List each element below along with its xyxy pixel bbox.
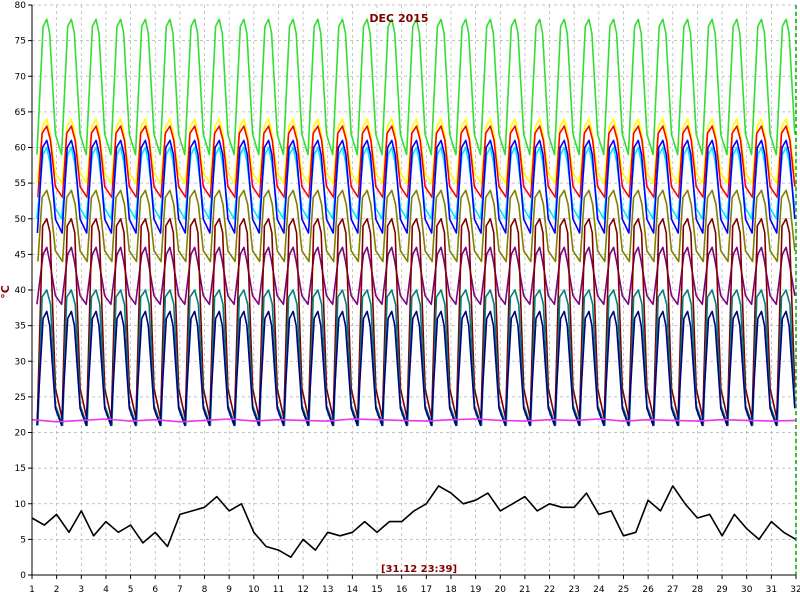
x-tick-label: 18 — [445, 585, 457, 595]
x-tick-label: 30 — [741, 585, 753, 595]
x-tick-label: 6 — [152, 585, 158, 595]
x-tick-label: 22 — [544, 585, 555, 595]
x-tick-label: 15 — [371, 585, 382, 595]
y-tick-label: 55 — [15, 179, 26, 189]
x-tick-label: 5 — [128, 585, 134, 595]
y-tick-label: 25 — [15, 393, 26, 403]
x-tick-label: 12 — [297, 585, 308, 595]
y-tick-label: 80 — [15, 1, 27, 11]
y-tick-label: 30 — [15, 357, 27, 367]
x-tick-label: 13 — [322, 585, 333, 595]
x-tick-label: 14 — [347, 585, 359, 595]
y-tick-label: 45 — [15, 250, 26, 260]
temperature-chart: 1 2 3 4 5 6 7 8 9 10 11 12 13 14 15 16 17 18 19 20 21 22 23 24 2… — [0, 1, 800, 595]
y-tick-label: 0 — [20, 571, 26, 581]
x-tick-label: 26 — [642, 585, 654, 595]
x-tick-label: 32 — [790, 585, 800, 595]
y-axis-label: °C — [0, 285, 12, 299]
x-tick-label: 31 — [766, 585, 777, 595]
x-tick-label: 27 — [667, 585, 678, 595]
y-tick-label: 65 — [15, 108, 26, 118]
x-tick-label: 8 — [202, 585, 208, 595]
y-tick-label: 10 — [15, 500, 27, 510]
x-tick-label: 17 — [421, 585, 432, 595]
x-axis: 1 2 3 4 5 6 7 8 9 10 11 12 13 14 15 16 17 18 19 20 21 22 23 24 2… — [29, 575, 800, 595]
x-tick-label: 21 — [519, 585, 530, 595]
y-tick-label: 35 — [15, 322, 26, 332]
y-tick-label: 60 — [15, 144, 27, 154]
chart-title: DEC 2015 — [369, 12, 428, 25]
y-tick-label: 70 — [15, 72, 27, 82]
x-tick-label: 20 — [495, 585, 507, 595]
x-tick-label: 1 — [29, 585, 35, 595]
x-tick-label: 25 — [618, 585, 629, 595]
y-tick-label: 5 — [20, 535, 26, 545]
x-tick-label: 16 — [396, 585, 408, 595]
x-tick-label: 9 — [226, 585, 232, 595]
x-tick-label: 10 — [248, 585, 260, 595]
y-tick-label: 75 — [15, 37, 26, 47]
y-tick-label: 15 — [15, 464, 26, 474]
x-tick-label: 2 — [54, 585, 60, 595]
x-tick-label: 7 — [177, 585, 183, 595]
y-axis: 0 5 10 15 20 25 30 35 40 45 50 55 60 65 70 75 80 — [15, 1, 32, 581]
y-tick-label: 50 — [15, 215, 27, 225]
x-tick-label: 28 — [692, 585, 704, 595]
x-tick-label: 23 — [568, 585, 579, 595]
timestamp-label: [31.12 23:39] — [381, 564, 457, 575]
x-tick-label: 19 — [470, 585, 482, 595]
x-tick-label: 4 — [103, 585, 109, 595]
x-tick-label: 29 — [716, 585, 728, 595]
x-tick-label: 11 — [273, 585, 284, 595]
y-tick-label: 40 — [15, 286, 27, 296]
y-tick-label: 20 — [15, 429, 27, 439]
x-tick-label: 24 — [593, 585, 605, 595]
x-tick-label: 3 — [78, 585, 84, 595]
